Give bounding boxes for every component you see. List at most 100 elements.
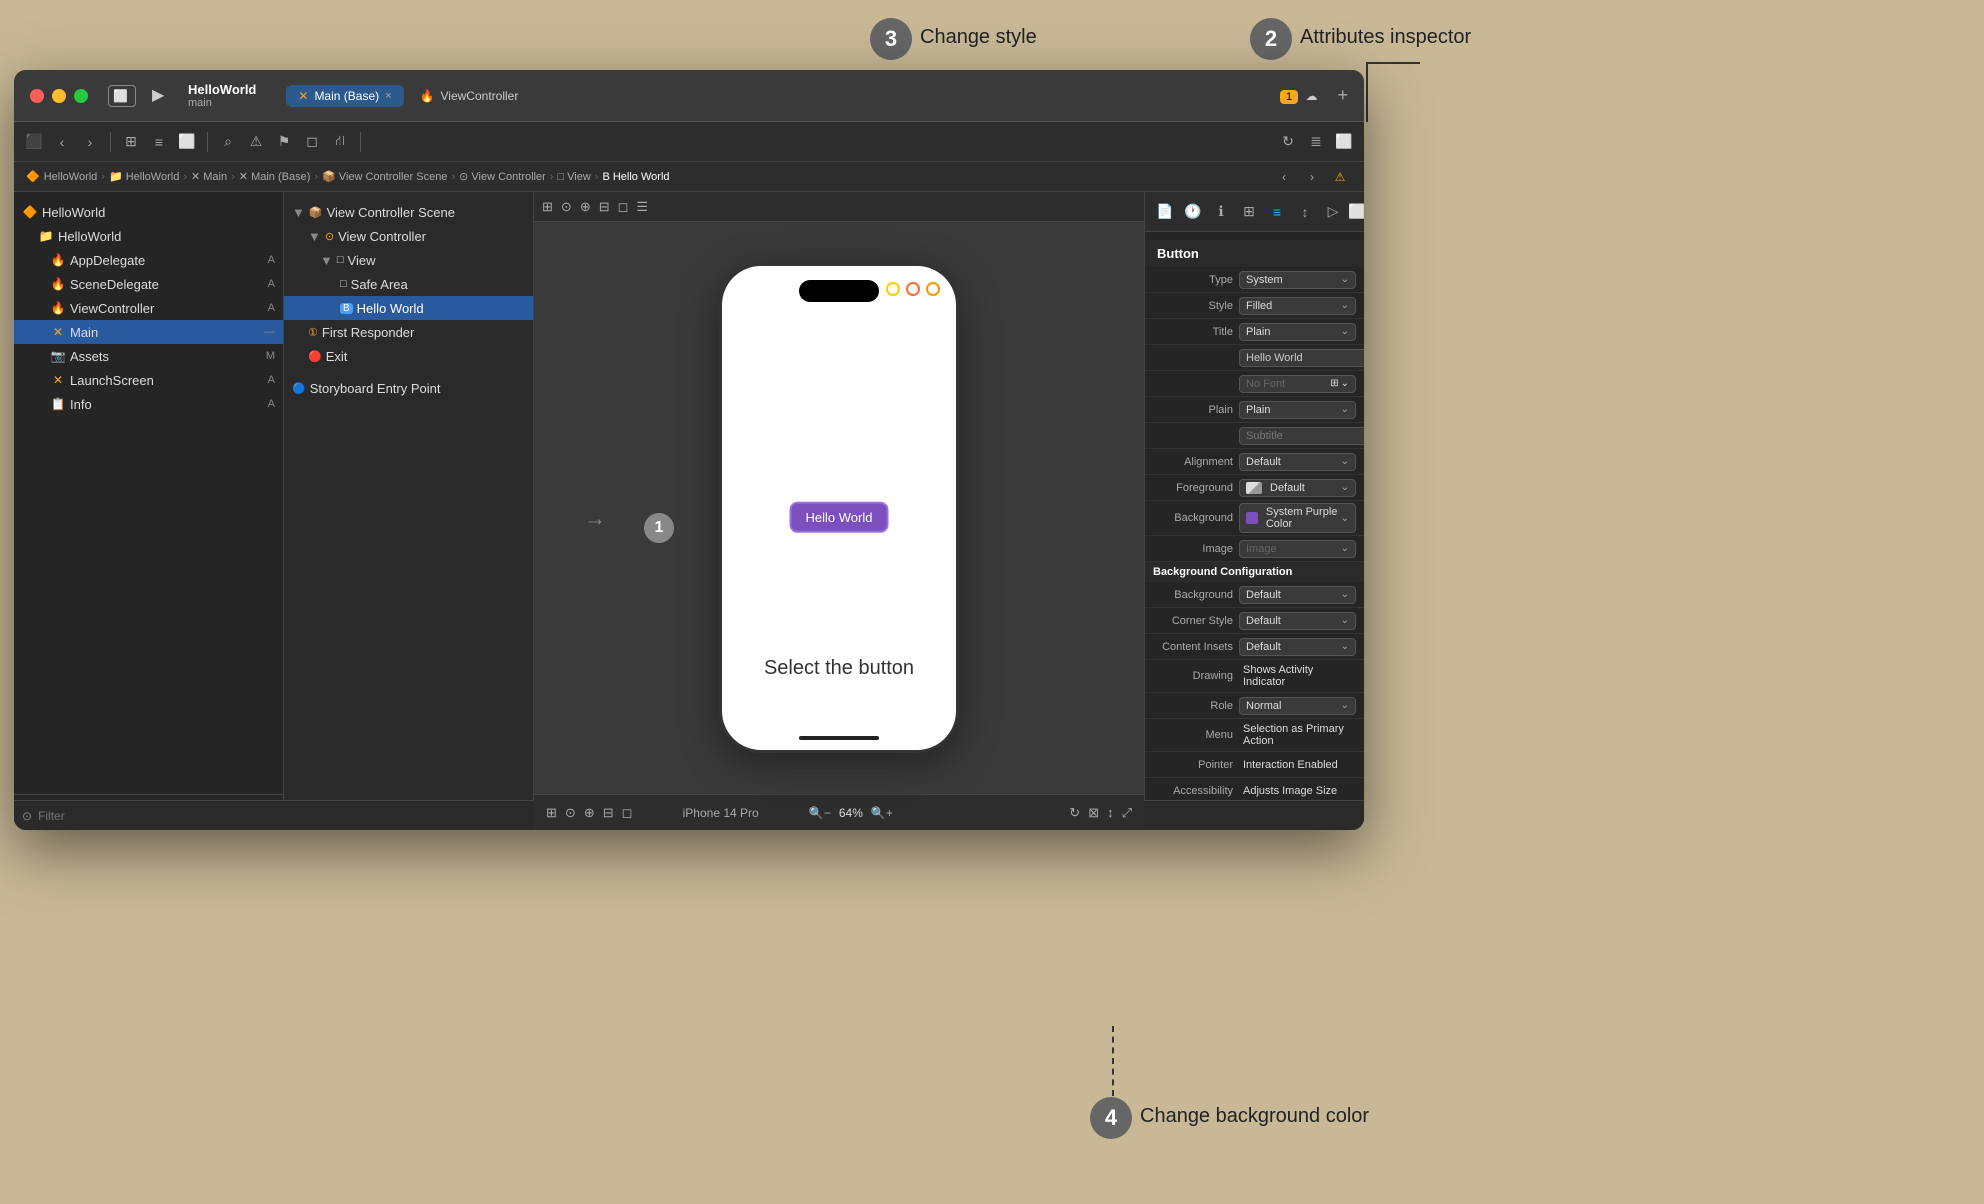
scene-filter-input[interactable] [284, 809, 534, 823]
canvas-zoom-out[interactable]: 🔍− [809, 806, 831, 820]
tab-main-base[interactable]: ✕ Main (Base) × [286, 85, 403, 107]
list-icon[interactable]: ≡ [147, 130, 171, 154]
breadcrumb-view[interactable]: □ View [557, 171, 590, 183]
run-button[interactable]: ▶ [152, 85, 180, 107]
insp-title-input[interactable] [1239, 349, 1364, 367]
breadcrumb-main[interactable]: ✕ Main [191, 170, 227, 183]
fullscreen-button[interactable] [74, 89, 88, 103]
tab-main-base-label: Main (Base) [314, 89, 379, 103]
merge-icon[interactable]: ⛙ [328, 130, 352, 154]
breadcrumb-helloworld[interactable]: HelloWorld [44, 171, 98, 183]
minimize-button[interactable] [52, 89, 66, 103]
scene-vc-scene[interactable]: ▼ 📦 View Controller Scene [284, 200, 533, 224]
warning-icon[interactable]: ⚠ [244, 130, 268, 154]
canvas-tool-5[interactable]: ◻ [618, 199, 629, 215]
sidebar-toggle-button[interactable]: ⬜ [108, 85, 136, 107]
canvas-footer-icon8[interactable]: ↕ [1107, 805, 1114, 820]
nav-item-viewcontroller[interactable]: 🔥 ViewController A [14, 296, 283, 320]
insp-role-value[interactable]: Normal ⌄ [1239, 697, 1356, 715]
insp-attr-icon[interactable]: ⊞ [1237, 200, 1261, 224]
nav-item-assets[interactable]: 📷 Assets M [14, 344, 283, 368]
annotation-4-line [1112, 1026, 1114, 1096]
nav-item-main[interactable]: ✕ Main — [14, 320, 283, 344]
breadcrumb-vc-scene[interactable]: 📦 View Controller Scene [322, 170, 447, 183]
canvas-footer-icon9[interactable]: ⤢ [1122, 805, 1132, 821]
navigator-icon[interactable]: ⬛ [22, 130, 46, 154]
scene-first-responder[interactable]: ① First Responder [284, 320, 533, 344]
insp-size-icon[interactable]: ≡ [1265, 200, 1289, 224]
insp-foreground-value[interactable]: Default ⌄ [1239, 479, 1356, 497]
close-button[interactable] [30, 89, 44, 103]
back-button[interactable]: ‹ [50, 130, 74, 154]
nav-item-info[interactable]: 📋 Info A [14, 392, 283, 416]
inspector-canvas-icon[interactable]: ⬜ [1332, 130, 1356, 154]
breadcrumb-vc[interactable]: ⊙ View Controller [459, 170, 546, 183]
forward-button[interactable]: › [78, 130, 102, 154]
canvas-footer-icon5[interactable]: ◻ [622, 805, 633, 821]
grid-icon[interactable]: ⊞ [119, 130, 143, 154]
scene-safe-area[interactable]: □ Safe Area [284, 272, 533, 296]
scene-view[interactable]: ▼ □ View [284, 248, 533, 272]
scene-hello-world[interactable]: B Hello World [284, 296, 533, 320]
insp-file-icon[interactable]: 📄 [1153, 200, 1177, 224]
breadcrumb-helloworld2[interactable]: 📁 HelloWorld [109, 170, 179, 183]
insp-image-value[interactable]: Image ⌄ [1239, 540, 1356, 558]
insp-type-value[interactable]: System ⌄ [1239, 271, 1356, 289]
insp-alignment-text: Default [1246, 456, 1281, 468]
insp-font-value[interactable]: No Font ⊞ ⌄ [1239, 375, 1356, 393]
insp-style-value[interactable]: Filled ⌄ [1239, 297, 1356, 315]
canvas-tool-2[interactable]: ⊙ [561, 199, 572, 215]
canvas-footer-icon2[interactable]: ⊙ [565, 805, 576, 821]
canvas-footer-icon3[interactable]: ⊕ [584, 805, 595, 821]
canvas-tool-6[interactable]: ☰ [636, 199, 648, 215]
insp-subtitle-value[interactable]: Plain ⌄ [1239, 401, 1356, 419]
tab-main-close[interactable]: × [385, 90, 391, 102]
nav-item-helloworld-folder[interactable]: 📁 HelloWorld [14, 224, 283, 248]
insp-font-edit[interactable]: ⊞ [1330, 378, 1338, 389]
breadcrumb-next[interactable]: › [1300, 165, 1324, 189]
canvas-footer-icon6[interactable]: ↻ [1069, 805, 1080, 821]
nav-info-icon: 📋 [50, 397, 66, 411]
insp-background-value[interactable]: System Purple Color ⌄ [1239, 503, 1356, 533]
insp-info-icon[interactable]: ℹ [1209, 200, 1233, 224]
nav-item-scenedelegate[interactable]: 🔥 SceneDelegate A [14, 272, 283, 296]
inspector-list-icon[interactable]: ≣ [1304, 130, 1328, 154]
nav-item-appdelegate[interactable]: 🔥 AppDelegate A [14, 248, 283, 272]
insp-font-stepper[interactable]: ⌄ [1341, 378, 1349, 389]
flag-icon[interactable]: ⚑ [272, 130, 296, 154]
breadcrumb-warning[interactable]: ⚠ [1328, 165, 1352, 189]
add-tab-button[interactable]: + [1337, 85, 1348, 106]
canvas-tool-4[interactable]: ⊟ [599, 199, 610, 215]
canvas-icon[interactable]: ⬜ [175, 130, 199, 154]
breadcrumb-hello-world[interactable]: B Hello World [602, 171, 669, 183]
insp-subtitle-input[interactable] [1239, 427, 1364, 445]
search-icon[interactable]: ⌕ [216, 130, 240, 154]
person-icon[interactable]: ◻ [300, 130, 324, 154]
hello-world-button-preview[interactable]: Hello World [790, 502, 889, 533]
insp-title-value[interactable]: Plain ⌄ [1239, 323, 1356, 341]
canvas-zoom-in[interactable]: 🔍+ [871, 806, 893, 820]
insp-view-left[interactable]: ⬜ [1345, 200, 1364, 224]
scene-exit[interactable]: 🔴 Exit [284, 344, 533, 368]
scene-vc[interactable]: ▼ ⊙ View Controller [284, 224, 533, 248]
tab-viewcontroller[interactable]: 🔥 ViewController [408, 85, 531, 107]
refresh-icon[interactable]: ↻ [1276, 130, 1300, 154]
canvas-tool-3[interactable]: ⊕ [580, 199, 591, 215]
canvas-footer-icon7[interactable]: ⊠ [1088, 805, 1099, 821]
nav-folder-icon: 📁 [38, 229, 54, 243]
insp-alignment-value[interactable]: Default ⌄ [1239, 453, 1356, 471]
nav-item-launchscreen[interactable]: ✕ LaunchScreen A [14, 368, 283, 392]
breadcrumb-main-base[interactable]: ✕ Main (Base) [239, 170, 311, 183]
insp-clock-icon[interactable]: 🕐 [1181, 200, 1205, 224]
scene-storyboard-entry[interactable]: 🔵 Storyboard Entry Point [284, 376, 533, 400]
breadcrumb-prev[interactable]: ‹ [1272, 165, 1296, 189]
insp-connect-icon[interactable]: ↕ [1293, 200, 1317, 224]
canvas-footer-icon1[interactable]: ⊞ [546, 805, 557, 821]
canvas-tool-1[interactable]: ⊞ [542, 199, 553, 215]
insp-bg-bg-value[interactable]: Default ⌄ [1239, 586, 1356, 604]
insp-extra-icon[interactable]: ▷ [1321, 200, 1345, 224]
canvas-footer-icon4[interactable]: ⊟ [603, 805, 614, 821]
insp-content-insets-value[interactable]: Default ⌄ [1239, 638, 1356, 656]
nav-item-helloworld-root[interactable]: 🔶 HelloWorld [14, 200, 283, 224]
insp-corner-value[interactable]: Default ⌄ [1239, 612, 1356, 630]
